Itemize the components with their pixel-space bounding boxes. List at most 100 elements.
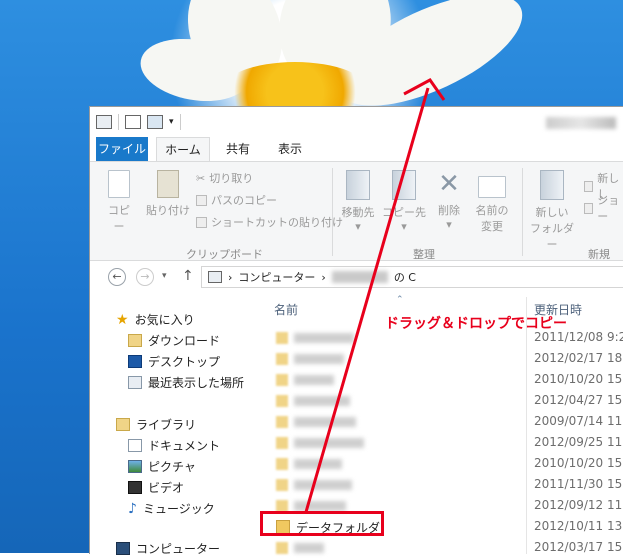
file-name-blurred — [294, 396, 350, 406]
window-title-blurred — [546, 117, 616, 129]
chevron-down-icon[interactable]: ▾ — [169, 117, 174, 127]
nav-libraries[interactable]: ライブラリ — [116, 416, 196, 433]
nav-favorites-label: お気に入り — [134, 313, 195, 327]
properties-icon[interactable] — [125, 115, 141, 129]
videos-icon — [128, 481, 142, 494]
file-date: 2010/10/20 15: — [534, 456, 623, 470]
file-row[interactable] — [276, 328, 366, 348]
breadcrumb-computer[interactable]: コンピューター — [238, 269, 315, 285]
recent-locations-icon[interactable]: ▾ — [162, 271, 167, 281]
nav-pictures[interactable]: ピクチャ — [128, 458, 196, 475]
folder-icon — [276, 332, 288, 344]
file-date: 2012/09/12 11: — [534, 498, 623, 512]
new-folder-button[interactable]: 新しい フォルダー — [530, 170, 574, 252]
copy-path-button[interactable]: パスのコピー — [196, 192, 277, 208]
documents-icon — [128, 439, 142, 452]
cut-button[interactable]: ✂ 切り取り — [196, 170, 253, 186]
nav-libraries-label: ライブラリ — [136, 418, 197, 432]
folder-copy-icon — [392, 170, 416, 200]
new-folder-label-1: 新しい — [535, 206, 569, 219]
easy-access-button[interactable]: ショー — [584, 192, 623, 224]
paste-shortcut-icon — [196, 216, 207, 228]
rename-button[interactable]: 名前の 変更 — [472, 170, 512, 234]
nav-desktop[interactable]: デスクトップ — [128, 353, 220, 370]
computer-icon[interactable] — [96, 115, 112, 129]
chevron-down-icon: ▾ — [401, 220, 407, 233]
file-row[interactable] — [276, 391, 366, 411]
file-date: 2012/02/17 18: — [534, 351, 623, 365]
organize-group-label: 整理 — [413, 248, 435, 261]
file-name-blurred — [294, 501, 346, 511]
file-row[interactable] — [276, 538, 366, 558]
file-row[interactable] — [276, 349, 366, 369]
sort-ascending-icon: ⌃ — [396, 295, 404, 305]
nav-downloads[interactable]: ダウンロード — [128, 332, 220, 349]
column-separator[interactable] — [526, 297, 527, 554]
ribbon-tabs: ファイル ホーム 共有 表示 — [90, 137, 623, 162]
star-icon: ★ — [116, 311, 129, 328]
file-row[interactable] — [276, 412, 366, 432]
tab-view[interactable]: 表示 — [270, 137, 310, 161]
chevron-down-icon: ▾ — [355, 220, 361, 233]
separator — [522, 168, 523, 256]
drive-name-blurred — [331, 271, 388, 283]
back-button[interactable]: ← — [108, 268, 126, 286]
forward-button[interactable]: → — [136, 268, 154, 286]
nav-documents[interactable]: ドキュメント — [128, 437, 220, 454]
nav-recent-label: 最近表示した場所 — [148, 376, 245, 390]
address-input[interactable]: › コンピューター › の C — [201, 266, 623, 288]
selection-highlight-box — [260, 511, 384, 536]
nav-videos-label: ビデオ — [148, 481, 185, 495]
move-to-label: 移動先 — [341, 206, 375, 219]
nav-desktop-label: デスクトップ — [148, 355, 221, 369]
up-arrow-icon[interactable]: ↑ — [182, 268, 194, 284]
new-folder-label-2: フォルダー — [530, 222, 574, 251]
shortcut-label: ショー — [597, 194, 620, 223]
file-row[interactable] — [276, 454, 366, 474]
breadcrumb-drive[interactable]: の C — [394, 269, 416, 285]
cut-label: 切り取り — [209, 172, 254, 185]
file-name-blurred — [294, 375, 334, 385]
move-to-button[interactable]: 移動先 ▾ — [338, 170, 378, 233]
file-row[interactable] — [276, 475, 366, 495]
copy-to-button[interactable]: コピー先 ▾ — [382, 170, 426, 233]
nav-music[interactable]: ♪ ミュージック — [128, 500, 215, 517]
file-row[interactable] — [276, 370, 366, 390]
copy-button[interactable]: コピー — [104, 170, 134, 234]
scissors-icon: ✂ — [196, 171, 206, 185]
copy-label: コピー — [108, 204, 130, 233]
nav-computer[interactable]: コンピューター — [116, 540, 220, 557]
delete-icon: ✕ — [438, 169, 460, 199]
downloads-icon — [128, 334, 142, 347]
file-date: 2011/11/30 15: — [534, 477, 623, 491]
paste-label: 貼り付け — [146, 204, 190, 217]
new-item-icon — [584, 180, 594, 192]
nav-recent[interactable]: 最近表示した場所 — [128, 374, 244, 391]
file-name-blurred — [294, 480, 352, 490]
quick-access-toolbar: ▾ — [96, 114, 181, 130]
folder-icon — [276, 458, 288, 470]
paste-button[interactable]: 貼り付け — [144, 170, 192, 218]
file-date: 2012/09/25 11: — [534, 435, 623, 449]
shortcut-icon — [584, 202, 594, 214]
file-date: 2012/03/17 15: — [534, 540, 623, 554]
delete-button[interactable]: ✕ 削除 ▾ — [434, 170, 464, 231]
annotation-text: ドラッグ＆ドロップでコピー — [385, 316, 567, 332]
file-name-blurred — [294, 438, 364, 448]
navigation-pane: ★ お気に入り ダウンロード デスクトップ 最近表示した場所 ライブラリ ドキュ… — [90, 297, 260, 557]
tab-home[interactable]: ホーム — [156, 137, 210, 161]
copy-path-icon — [196, 194, 207, 206]
column-header-name[interactable]: 名前 — [274, 301, 298, 318]
nav-computer-label: コンピューター — [136, 542, 221, 556]
tab-file[interactable]: ファイル — [96, 137, 148, 161]
tab-share[interactable]: 共有 — [218, 137, 258, 161]
nav-favorites[interactable]: ★ お気に入り — [116, 311, 195, 328]
folder-icon — [276, 416, 288, 428]
new-folder-icon[interactable] — [147, 115, 163, 129]
folder-move-icon — [346, 170, 370, 200]
nav-videos[interactable]: ビデオ — [128, 479, 184, 496]
folder-icon — [276, 437, 288, 449]
file-row[interactable] — [276, 433, 366, 453]
paste-shortcut-button[interactable]: ショートカットの貼り付け — [196, 214, 343, 230]
file-name-blurred — [294, 459, 342, 469]
